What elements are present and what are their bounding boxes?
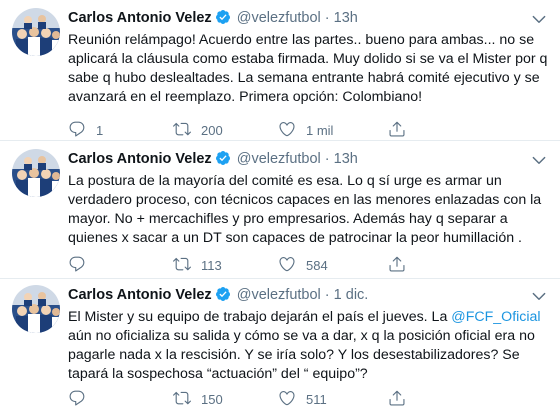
reply-icon xyxy=(68,255,86,276)
retweet-count: 113 xyxy=(201,257,222,273)
separator-dot: · xyxy=(324,151,330,167)
tweet-timestamp[interactable]: 13h xyxy=(334,10,358,26)
tweet-timestamp[interactable]: 1 dic. xyxy=(334,287,369,303)
verified-badge-icon xyxy=(215,150,231,172)
tweet-actions: 1 200 1 mil xyxy=(68,120,538,140)
author-name[interactable]: Carlos Antonio Velez xyxy=(68,151,212,167)
share-icon xyxy=(388,120,406,141)
tweet-text: El Mister y su equipo de trabajo dejarán… xyxy=(68,308,548,384)
tweet[interactable]: Carlos Antonio Velez @velezfutbol · 1 di… xyxy=(0,279,560,413)
mention-link[interactable]: @FCF_Oficial xyxy=(451,309,540,325)
share-icon xyxy=(388,255,406,276)
like-count: 584 xyxy=(306,257,328,273)
share-button[interactable] xyxy=(388,120,406,140)
author-handle[interactable]: @velezfutbol xyxy=(237,287,321,303)
like-button[interactable]: 511 xyxy=(278,389,327,409)
tweet-text-body: El Mister y su equipo de trabajo dejarán… xyxy=(68,309,452,325)
heart-icon xyxy=(278,389,296,410)
tweet-actions: 113 584 xyxy=(68,255,538,275)
tweet-text-body: aún no oficializa su salida y cómo se va… xyxy=(68,328,535,382)
avatar[interactable] xyxy=(12,285,60,333)
share-button[interactable] xyxy=(388,389,406,409)
author-name[interactable]: Carlos Antonio Velez xyxy=(68,287,212,303)
share-button[interactable] xyxy=(388,255,406,275)
reply-button[interactable]: 1 xyxy=(68,120,103,140)
retweet-count: 150 xyxy=(201,391,223,407)
reply-icon xyxy=(68,120,86,141)
separator-dot: · xyxy=(324,287,330,303)
tweet-feed: Carlos Antonio Velez @velezfutbol · 13h … xyxy=(0,0,560,413)
tweet-text: Reunión relámpago! Acuerdo entre las par… xyxy=(68,31,548,107)
retweet-button[interactable]: 200 xyxy=(173,120,223,140)
reply-icon xyxy=(68,389,86,410)
avatar[interactable] xyxy=(12,149,60,197)
tweet-text-body: La postura de la mayoría del comité es e… xyxy=(68,173,542,246)
chevron-down-icon[interactable] xyxy=(530,151,548,169)
author-name[interactable]: Carlos Antonio Velez xyxy=(68,10,212,26)
chevron-down-icon[interactable] xyxy=(530,10,548,28)
tweet-timestamp[interactable]: 13h xyxy=(334,151,358,167)
tweet-text: La postura de la mayoría del comité es e… xyxy=(68,172,548,248)
like-count: 511 xyxy=(306,391,327,407)
verified-badge-icon xyxy=(215,286,231,308)
author-handle[interactable]: @velezfutbol xyxy=(237,151,321,167)
reply-button[interactable] xyxy=(68,389,96,409)
share-icon xyxy=(388,389,406,410)
retweet-count: 200 xyxy=(201,122,223,138)
tweet-header: Carlos Antonio Velez @velezfutbol · 13h xyxy=(68,8,548,28)
heart-icon xyxy=(278,120,296,141)
like-count: 1 mil xyxy=(306,122,334,138)
like-button[interactable]: 584 xyxy=(278,255,328,275)
tweet-text-body: Reunión relámpago! Acuerdo entre las par… xyxy=(68,32,548,105)
avatar[interactable] xyxy=(12,8,60,56)
tweet-actions: 150 511 xyxy=(68,389,538,409)
tweet-header: Carlos Antonio Velez @velezfutbol · 13h xyxy=(68,149,548,169)
separator-dot: · xyxy=(324,10,330,26)
verified-badge-icon xyxy=(215,9,231,31)
like-button[interactable]: 1 mil xyxy=(278,120,333,140)
tweet[interactable]: Carlos Antonio Velez @velezfutbol · 13h … xyxy=(0,0,560,141)
tweet-header: Carlos Antonio Velez @velezfutbol · 1 di… xyxy=(68,285,548,305)
retweet-icon xyxy=(173,255,191,276)
tweet[interactable]: Carlos Antonio Velez @velezfutbol · 13h … xyxy=(0,141,560,279)
heart-icon xyxy=(278,255,296,276)
retweet-icon xyxy=(173,120,191,141)
reply-button[interactable] xyxy=(68,255,96,275)
chevron-down-icon[interactable] xyxy=(530,287,548,305)
retweet-icon xyxy=(173,389,191,410)
retweet-button[interactable]: 150 xyxy=(173,389,223,409)
retweet-button[interactable]: 113 xyxy=(173,255,222,275)
reply-count: 1 xyxy=(96,122,104,138)
author-handle[interactable]: @velezfutbol xyxy=(237,10,321,26)
